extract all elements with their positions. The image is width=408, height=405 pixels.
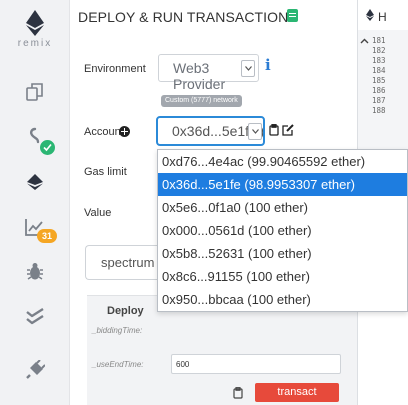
value-label: Value [84,207,112,219]
network-badge: Custom (5777) network [161,95,242,107]
environment-select[interactable]: Web3 Provider [158,54,259,92]
test-icon[interactable] [0,297,70,337]
environment-label: Environment [84,63,146,75]
deploy-title: Deploy [107,305,144,317]
account-option[interactable]: 0x950...bbcaa (100 ether) [158,288,407,311]
line-number: 187 [372,96,386,105]
clipboard-icon[interactable] [233,386,243,404]
remix-small-icon [366,9,374,21]
analysis-icon[interactable]: 31 [0,207,70,247]
check-icon [43,143,52,152]
account-option[interactable]: 0x5e6...0f1a0 (100 ether) [158,196,407,219]
line-number: 188 [372,106,386,115]
line-number: 184 [372,66,386,75]
account-option[interactable]: 0x36d...5e1fe (98.9953307 ether) [158,173,407,196]
account-option[interactable]: 0x5b8...52631 (100 ether) [158,242,407,265]
account-option[interactable]: 0x000...0561d (100 ether) [158,219,407,242]
add-account-icon[interactable] [119,126,130,137]
account-option[interactable]: 0xd76...4e4ac (99.90465592 ether) [158,150,407,173]
icon-sidebar: remix 31 [0,0,70,405]
file-explorer-icon[interactable] [0,72,70,112]
remix-logo[interactable]: remix [0,10,70,49]
scroll-up-icon[interactable] [360,37,369,46]
compile-success-badge [40,140,55,155]
analysis-badge: 31 [37,229,57,243]
logo-text: remix [17,38,53,49]
use-end-time-input[interactable]: 600 [171,354,341,374]
account-dropdown-list: 0xd76...4e4ac (99.90465592 ether) 0x36d.… [157,149,408,312]
contract-value: spectrum [101,255,155,270]
chevron-down-icon [248,123,262,140]
use-end-time-label: _useEndTime: [92,360,144,369]
compiler-icon[interactable] [0,117,70,157]
copy-icon[interactable] [269,123,279,141]
edit-icon[interactable] [282,123,294,141]
panel-title: DEPLOY & RUN TRANSACTIONS [78,9,298,25]
line-number: 181 [372,36,386,45]
ethereum-logo-icon [26,10,44,36]
account-select[interactable]: 0x36d...5e1fe (98.9953307 ether) [156,116,265,146]
line-number: 186 [372,86,386,95]
account-label: Account [84,126,124,138]
documentation-icon[interactable] [287,9,298,22]
editor-tab-label: H [378,10,387,24]
bidding-time-label: _biddingTime: [92,326,143,335]
line-numbers: 181 182 183 184 185 186 187 188 [372,36,386,116]
line-number: 182 [372,46,386,55]
code-area[interactable]: 181 182 183 184 185 186 187 188 [358,30,408,150]
environment-value: Web3 Provider [173,60,226,92]
deploy-run-icon[interactable] [0,162,70,202]
account-option[interactable]: 0x8c6...91155 (100 ether) [158,265,407,288]
gas-limit-label: Gas limit [84,166,127,178]
transact-button[interactable]: transact [255,383,339,402]
info-icon[interactable]: i [265,56,271,74]
contract-select[interactable]: spectrum [85,245,167,280]
debugger-icon[interactable] [0,252,70,292]
line-number: 185 [372,76,386,85]
plugin-manager-icon[interactable] [0,350,70,390]
chevron-down-icon [241,60,255,77]
line-number: 183 [372,56,386,65]
